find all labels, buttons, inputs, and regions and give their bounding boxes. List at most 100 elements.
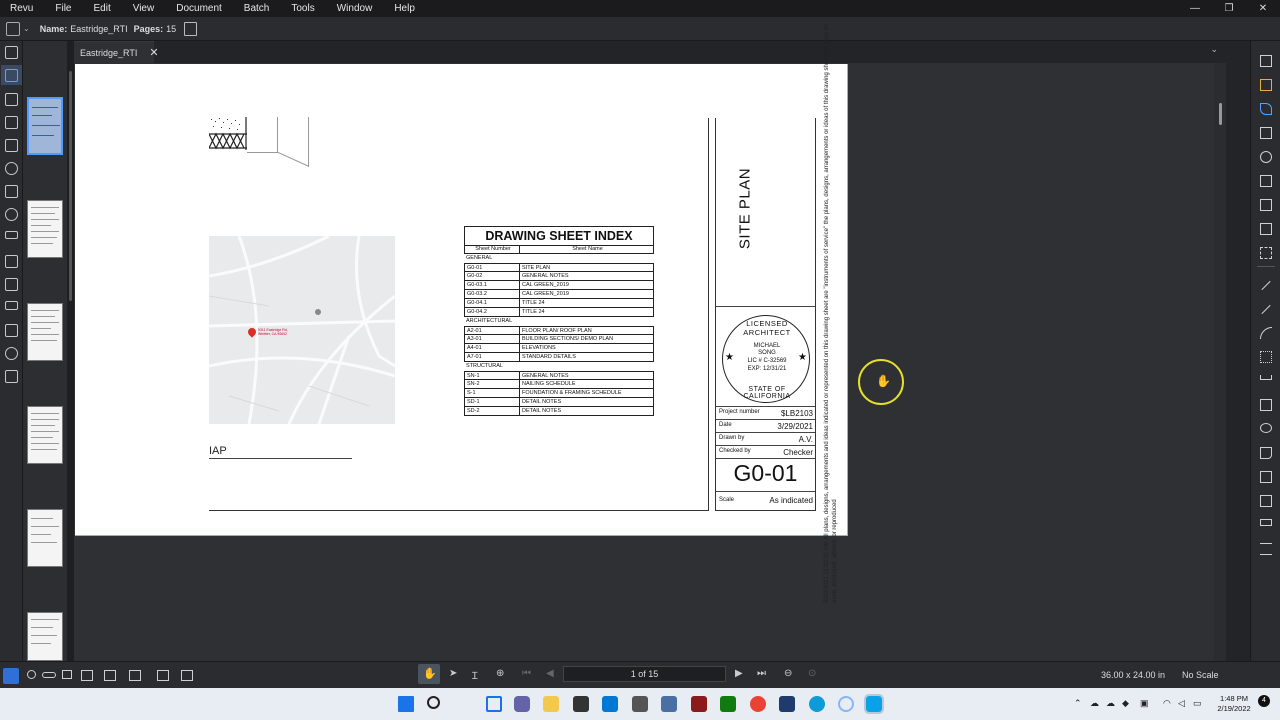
xbox-icon[interactable] bbox=[720, 696, 736, 712]
bluebeam-revu-icon[interactable] bbox=[864, 694, 884, 714]
revit-icon[interactable] bbox=[779, 696, 795, 712]
tool-chest-icon[interactable] bbox=[5, 139, 18, 152]
menu-file[interactable]: File bbox=[44, 0, 82, 17]
next-view-icon[interactable]: ⊙ bbox=[808, 668, 816, 679]
page-thumbnail-4[interactable] bbox=[27, 406, 63, 464]
dropbox-tray-icon[interactable]: ◆ bbox=[1122, 698, 1129, 709]
tray-overflow-icon[interactable]: ⌃ bbox=[1074, 698, 1082, 709]
file-explorer-icon[interactable] bbox=[543, 696, 559, 712]
document-tab[interactable]: Eastridge_RTI ✕ bbox=[74, 41, 159, 63]
callout-icon[interactable] bbox=[1260, 127, 1272, 139]
menu-view[interactable]: View bbox=[122, 0, 166, 17]
menu-tools[interactable]: Tools bbox=[280, 0, 325, 17]
image-icon[interactable] bbox=[1260, 223, 1272, 235]
taskbar-clock[interactable]: 1:48 PM 2/19/2022 bbox=[1212, 694, 1256, 714]
task-view-icon[interactable] bbox=[486, 696, 502, 712]
text-box-icon[interactable] bbox=[1260, 55, 1272, 67]
bookmarks-icon[interactable] bbox=[5, 93, 18, 106]
markups-list-icon[interactable] bbox=[5, 255, 18, 268]
page-thumbnail-2[interactable] bbox=[27, 200, 63, 258]
close-window-button[interactable]: ✕ bbox=[1246, 0, 1280, 17]
zoom-tool-icon[interactable]: ⊕ bbox=[496, 668, 504, 679]
app-tray-icon[interactable]: ▣ bbox=[1140, 698, 1149, 709]
cloud-icon[interactable]: ☁ bbox=[1106, 698, 1115, 709]
teams-chat-icon[interactable] bbox=[514, 696, 530, 712]
properties-icon[interactable] bbox=[5, 162, 18, 175]
perimeter-measure-icon[interactable] bbox=[1260, 495, 1272, 507]
links-icon[interactable] bbox=[5, 301, 18, 310]
settings-gear-icon[interactable] bbox=[5, 208, 18, 221]
markups-list-toggle-icon[interactable] bbox=[3, 668, 19, 684]
chevron-down-icon[interactable]: ⌄ bbox=[23, 24, 30, 33]
edge-icon[interactable] bbox=[809, 696, 825, 712]
arc-icon[interactable] bbox=[1260, 327, 1272, 339]
ellipse-icon[interactable] bbox=[1260, 423, 1272, 433]
canvas-vertical-scrollbar[interactable] bbox=[1214, 63, 1226, 661]
page-thumbnail-6[interactable] bbox=[27, 612, 63, 661]
restore-button[interactable]: ❐ bbox=[1212, 0, 1246, 17]
previous-view-icon[interactable]: ⊖ bbox=[784, 668, 792, 679]
file-access-icon[interactable] bbox=[5, 46, 18, 59]
select-tool-icon[interactable]: ➤ bbox=[449, 668, 457, 679]
sets-icon[interactable] bbox=[5, 324, 18, 337]
menu-revu[interactable]: Revu bbox=[0, 0, 44, 17]
app-icon[interactable] bbox=[661, 696, 677, 712]
menu-edit[interactable]: Edit bbox=[82, 0, 121, 17]
search-icon[interactable] bbox=[427, 696, 440, 709]
sync-icon[interactable] bbox=[157, 670, 169, 681]
split-vertical-icon[interactable] bbox=[104, 670, 116, 681]
reuse-toggle-icon[interactable] bbox=[62, 670, 72, 679]
pan-tool-button[interactable]: ✋ bbox=[418, 664, 440, 684]
length-measure-icon[interactable] bbox=[1260, 519, 1272, 526]
dropbox-icon[interactable] bbox=[602, 696, 618, 712]
thumbnails-scrollbar[interactable] bbox=[67, 41, 74, 661]
next-page-icon[interactable]: ▶ bbox=[735, 668, 743, 679]
grid-toggle-icon[interactable] bbox=[27, 670, 36, 679]
menu-document[interactable]: Document bbox=[165, 0, 233, 17]
area-measure-icon[interactable] bbox=[1260, 471, 1272, 483]
snapshot-icon[interactable] bbox=[1260, 247, 1272, 259]
store-icon[interactable] bbox=[573, 696, 589, 712]
wifi-icon[interactable]: ◠ bbox=[1163, 698, 1171, 709]
notification-badge[interactable]: 4 bbox=[1258, 695, 1270, 707]
spaces-icon[interactable] bbox=[5, 370, 18, 383]
line-icon[interactable] bbox=[1261, 280, 1271, 291]
page-thumbnail-5[interactable] bbox=[27, 509, 63, 567]
snap-toggle-icon[interactable] bbox=[42, 672, 56, 678]
app-icon[interactable] bbox=[632, 696, 648, 712]
search-icon[interactable] bbox=[5, 347, 18, 360]
layers-icon[interactable] bbox=[5, 116, 18, 129]
volume-icon[interactable]: ◁ bbox=[1178, 698, 1185, 709]
windows-start-icon[interactable] bbox=[398, 696, 414, 712]
pen-icon[interactable] bbox=[1260, 103, 1272, 115]
previous-page-icon[interactable]: ◀ bbox=[546, 668, 554, 679]
minimize-button[interactable]: — bbox=[1178, 0, 1212, 17]
polygon-icon[interactable] bbox=[1260, 447, 1272, 459]
document-properties-icon[interactable] bbox=[6, 21, 20, 36]
close-tab-icon[interactable]: ✕ bbox=[149, 46, 158, 59]
menu-batch[interactable]: Batch bbox=[233, 0, 281, 17]
measurements-icon[interactable] bbox=[5, 231, 18, 239]
crop-icon[interactable] bbox=[181, 670, 193, 681]
chrome-icon[interactable] bbox=[750, 696, 766, 712]
signatures-icon[interactable] bbox=[5, 278, 18, 291]
page-scale[interactable]: No Scale bbox=[1182, 670, 1219, 680]
page-thumbnail-3[interactable] bbox=[27, 303, 63, 361]
single-page-icon[interactable] bbox=[81, 670, 93, 681]
acrobat-icon[interactable] bbox=[691, 696, 707, 712]
page-thumbnail-1[interactable] bbox=[27, 97, 63, 155]
stamp-icon[interactable] bbox=[1260, 199, 1272, 211]
arrow-icon[interactable] bbox=[1261, 304, 1271, 315]
page-number-field[interactable]: 1 of 15 bbox=[563, 666, 726, 682]
text-select-tool-icon[interactable]: Ɪ bbox=[472, 668, 478, 682]
app-icon[interactable] bbox=[838, 696, 854, 712]
last-page-icon[interactable]: ⏭ bbox=[757, 668, 766, 679]
rectangle-icon[interactable] bbox=[1260, 399, 1272, 411]
menu-help[interactable]: Help bbox=[383, 0, 426, 17]
note-icon[interactable] bbox=[1260, 175, 1272, 187]
thumbnails-icon[interactable] bbox=[5, 69, 18, 82]
cloud-icon[interactable] bbox=[1260, 151, 1272, 163]
polyline-icon[interactable] bbox=[1260, 351, 1272, 363]
studio-icon[interactable] bbox=[5, 185, 18, 198]
menu-window[interactable]: Window bbox=[326, 0, 384, 17]
